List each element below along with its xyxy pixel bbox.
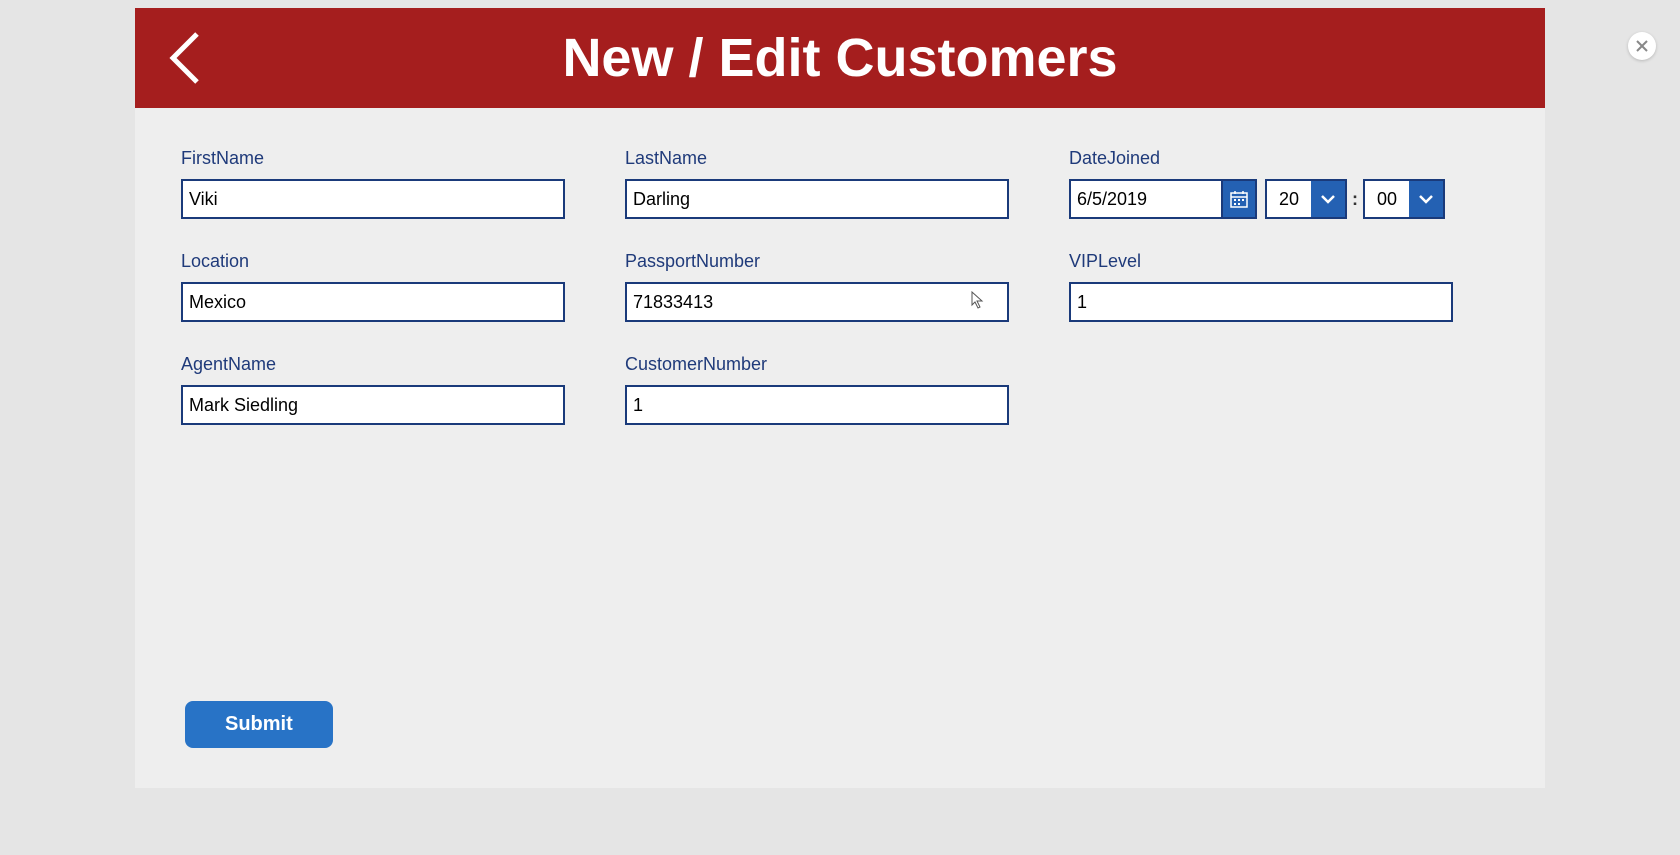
agentname-group: AgentName: [181, 354, 565, 425]
app-container: New / Edit Customers FirstName LastName …: [135, 8, 1545, 788]
datejoined-label: DateJoined: [1069, 148, 1453, 169]
passportnumber-group: PassportNumber: [625, 251, 1009, 322]
lastname-group: LastName: [625, 148, 1009, 219]
passportnumber-label: PassportNumber: [625, 251, 1009, 272]
viplevel-group: VIPLevel: [1069, 251, 1453, 322]
form-row-2: Location PassportNumber VIPLevel: [181, 251, 1499, 322]
customernumber-input[interactable]: [625, 385, 1009, 425]
chevron-down-icon: [1418, 194, 1434, 204]
minute-select[interactable]: [1363, 179, 1445, 219]
chevron-down-icon: [1320, 194, 1336, 204]
agentname-input[interactable]: [181, 385, 565, 425]
firstname-input[interactable]: [181, 179, 565, 219]
location-label: Location: [181, 251, 565, 272]
minute-input[interactable]: [1365, 181, 1409, 217]
form-row-1: FirstName LastName DateJoined: [181, 148, 1499, 219]
hour-input[interactable]: [1267, 181, 1311, 217]
lastname-label: LastName: [625, 148, 1009, 169]
agentname-label: AgentName: [181, 354, 565, 375]
datejoined-group: DateJoined: [1069, 148, 1453, 219]
submit-area: Submit: [185, 701, 333, 748]
page-title: New / Edit Customers: [135, 27, 1545, 89]
date-picker-button[interactable]: [1221, 181, 1255, 217]
firstname-label: FirstName: [181, 148, 565, 169]
passportnumber-input[interactable]: [625, 282, 1009, 322]
datejoined-date-input[interactable]: [1071, 181, 1221, 217]
form-area: FirstName LastName DateJoined: [135, 108, 1545, 425]
date-input-wrap: [1069, 179, 1257, 219]
minute-dropdown-button[interactable]: [1409, 181, 1443, 217]
viplevel-input[interactable]: [1069, 282, 1453, 322]
location-input[interactable]: [181, 282, 565, 322]
date-time-row: :: [1069, 179, 1453, 219]
hour-dropdown-button[interactable]: [1311, 181, 1345, 217]
chevron-left-icon: [167, 30, 203, 86]
location-group: Location: [181, 251, 565, 322]
close-icon: [1636, 40, 1648, 52]
submit-button[interactable]: Submit: [185, 701, 333, 748]
time-separator: :: [1352, 189, 1358, 210]
back-button[interactable]: [161, 26, 209, 90]
hour-select[interactable]: [1265, 179, 1347, 219]
firstname-group: FirstName: [181, 148, 565, 219]
header: New / Edit Customers: [135, 8, 1545, 108]
customernumber-group: CustomerNumber: [625, 354, 1009, 425]
form-row-3: AgentName CustomerNumber: [181, 354, 1499, 425]
viplevel-label: VIPLevel: [1069, 251, 1453, 272]
customernumber-label: CustomerNumber: [625, 354, 1009, 375]
lastname-input[interactable]: [625, 179, 1009, 219]
close-button[interactable]: [1628, 32, 1656, 60]
calendar-icon: [1230, 190, 1248, 208]
